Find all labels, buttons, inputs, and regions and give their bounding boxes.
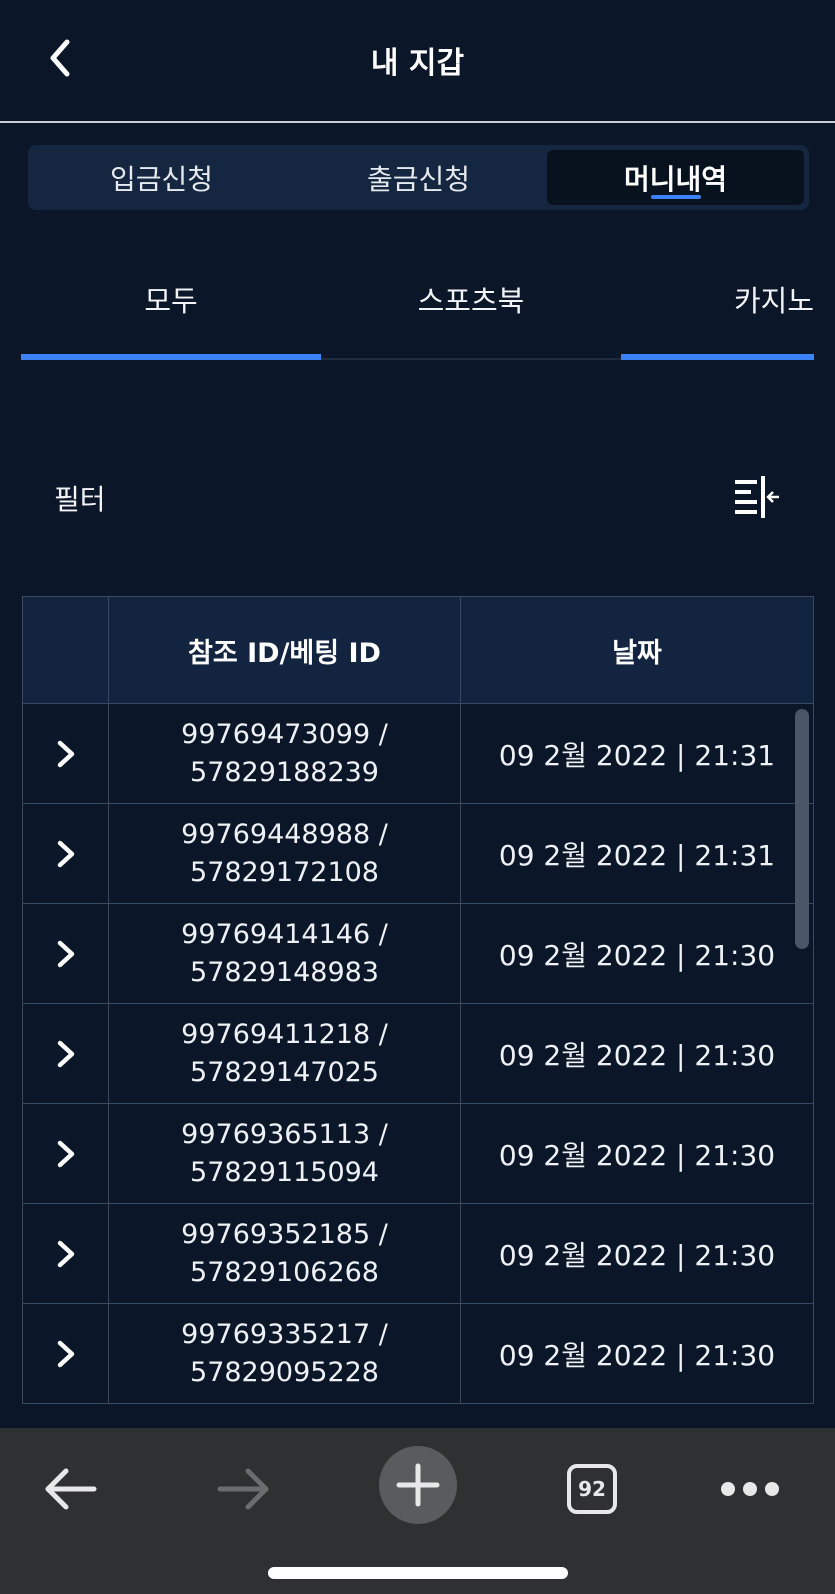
bet-id: 57829115094 xyxy=(190,1156,379,1188)
table-row[interactable]: 99769414146 / 57829148983 09 2월 2022 | 2… xyxy=(23,904,813,1004)
active-tab-indicator-right xyxy=(621,354,814,360)
collapse-filter-icon xyxy=(735,476,779,518)
reference-id: 99769352185 / xyxy=(181,1218,388,1250)
table-row[interactable]: 99769335217 / 57829095228 09 2월 2022 | 2… xyxy=(23,1304,813,1403)
reference-id-cell: 99769335217 / 57829095228 xyxy=(109,1304,461,1403)
subtab-all[interactable]: 모두 xyxy=(21,260,321,360)
chevron-right-icon xyxy=(57,940,74,967)
app-header: 내 지갑 xyxy=(0,0,835,123)
reference-id: 99769411218 / xyxy=(181,1018,388,1050)
bet-id: 57829106268 xyxy=(190,1256,379,1288)
table-row[interactable]: 99769352185 / 57829106268 09 2월 2022 | 2… xyxy=(23,1204,813,1304)
wallet-segment-control: 입금신청 출금신청 머니내역 xyxy=(28,145,809,210)
reference-id: 99769365113 / xyxy=(181,1118,388,1150)
filter-toggle-button[interactable] xyxy=(735,476,783,520)
expand-row-button[interactable] xyxy=(23,1304,109,1403)
tab-money-history[interactable]: 머니내역 xyxy=(547,150,804,205)
arrow-left-icon xyxy=(45,1468,97,1510)
browser-back-button[interactable] xyxy=(38,1454,102,1524)
date-cell: 09 2월 2022 | 21:30 xyxy=(498,1138,776,1172)
reference-id-cell: 99769365113 / 57829115094 xyxy=(109,1104,461,1203)
active-tab-indicator xyxy=(21,354,321,360)
bet-id: 57829095228 xyxy=(190,1356,379,1388)
chevron-right-icon xyxy=(57,840,74,867)
date-cell: 09 2월 2022 | 21:31 xyxy=(498,738,776,772)
reference-id-cell: 99769411218 / 57829147025 xyxy=(109,1004,461,1103)
date-cell: 09 2월 2022 | 21:30 xyxy=(498,938,776,972)
date-cell: 09 2월 2022 | 21:31 xyxy=(498,838,776,872)
money-history-table: 참조 ID/베팅 ID 날짜 99769473099 / 57829188239… xyxy=(22,596,814,1404)
reference-id-cell: 99769414146 / 57829148983 xyxy=(109,904,461,1003)
chevron-right-icon xyxy=(57,1340,74,1367)
bet-id: 57829148983 xyxy=(190,956,379,988)
table-row[interactable]: 99769473099 / 57829188239 09 2월 2022 | 2… xyxy=(23,704,813,804)
expand-row-button[interactable] xyxy=(23,1204,109,1303)
chevron-right-icon xyxy=(57,740,74,767)
tab-count-badge: 92 xyxy=(567,1464,617,1514)
chevron-right-icon xyxy=(57,1040,74,1067)
expand-row-button[interactable] xyxy=(23,1004,109,1103)
subtab-casino[interactable]: 카지노 xyxy=(621,260,814,360)
reference-id: 99769448988 / xyxy=(181,818,388,850)
page-title: 내 지갑 xyxy=(370,46,465,81)
arrow-right-icon xyxy=(217,1468,269,1510)
category-tabs: 모두 스포츠북 카지노 xyxy=(21,260,814,360)
bet-id: 57829188239 xyxy=(190,756,379,788)
chevron-right-icon xyxy=(57,1240,74,1267)
reference-id-cell: 99769352185 / 57829106268 xyxy=(109,1204,461,1303)
table-header-date: 날짜 xyxy=(612,637,662,669)
browser-forward-button[interactable] xyxy=(212,1454,276,1524)
date-cell: 09 2월 2022 | 21:30 xyxy=(498,1338,776,1372)
expand-row-button[interactable] xyxy=(23,904,109,1003)
date-cell: 09 2월 2022 | 21:30 xyxy=(498,1038,776,1072)
subtab-sportsbook[interactable]: 스포츠북 xyxy=(321,260,621,360)
date-cell: 09 2월 2022 | 21:30 xyxy=(498,1238,776,1272)
table-header: 참조 ID/베팅 ID 날짜 xyxy=(23,597,813,704)
table-row[interactable]: 99769411218 / 57829147025 09 2월 2022 | 2… xyxy=(23,1004,813,1104)
expand-row-button[interactable] xyxy=(23,704,109,803)
more-options-button[interactable] xyxy=(715,1454,785,1524)
reference-id-cell: 99769473099 / 57829188239 xyxy=(109,704,461,803)
table-header-reference-id: 참조 ID/베팅 ID xyxy=(109,597,461,703)
expand-row-button[interactable] xyxy=(23,804,109,903)
table-header-expand xyxy=(23,597,109,703)
table-row[interactable]: 99769448988 / 57829172108 09 2월 2022 | 2… xyxy=(23,804,813,904)
filter-label: 필터 xyxy=(54,483,106,516)
more-horizontal-icon xyxy=(721,1482,779,1496)
new-tab-button[interactable] xyxy=(379,1446,457,1524)
table-row[interactable]: 99769365113 / 57829115094 09 2월 2022 | 2… xyxy=(23,1104,813,1204)
tab-withdraw-request[interactable]: 출금신청 xyxy=(290,150,547,205)
plus-icon xyxy=(396,1463,440,1507)
tabs-overview-button[interactable]: 92 xyxy=(565,1454,619,1524)
browser-toolbar: 92 xyxy=(0,1428,835,1594)
reference-id: 99769473099 / xyxy=(181,718,388,750)
bet-id: 57829147025 xyxy=(190,1056,379,1088)
reference-id-cell: 99769448988 / 57829172108 xyxy=(109,804,461,903)
chevron-right-icon xyxy=(57,1140,74,1167)
expand-row-button[interactable] xyxy=(23,1104,109,1203)
table-scrollbar[interactable] xyxy=(795,709,809,949)
reference-id: 99769414146 / xyxy=(181,918,388,950)
bet-id: 57829172108 xyxy=(190,856,379,888)
home-indicator xyxy=(268,1567,568,1579)
tab-deposit-request[interactable]: 입금신청 xyxy=(33,150,290,205)
reference-id: 99769335217 / xyxy=(181,1318,388,1350)
